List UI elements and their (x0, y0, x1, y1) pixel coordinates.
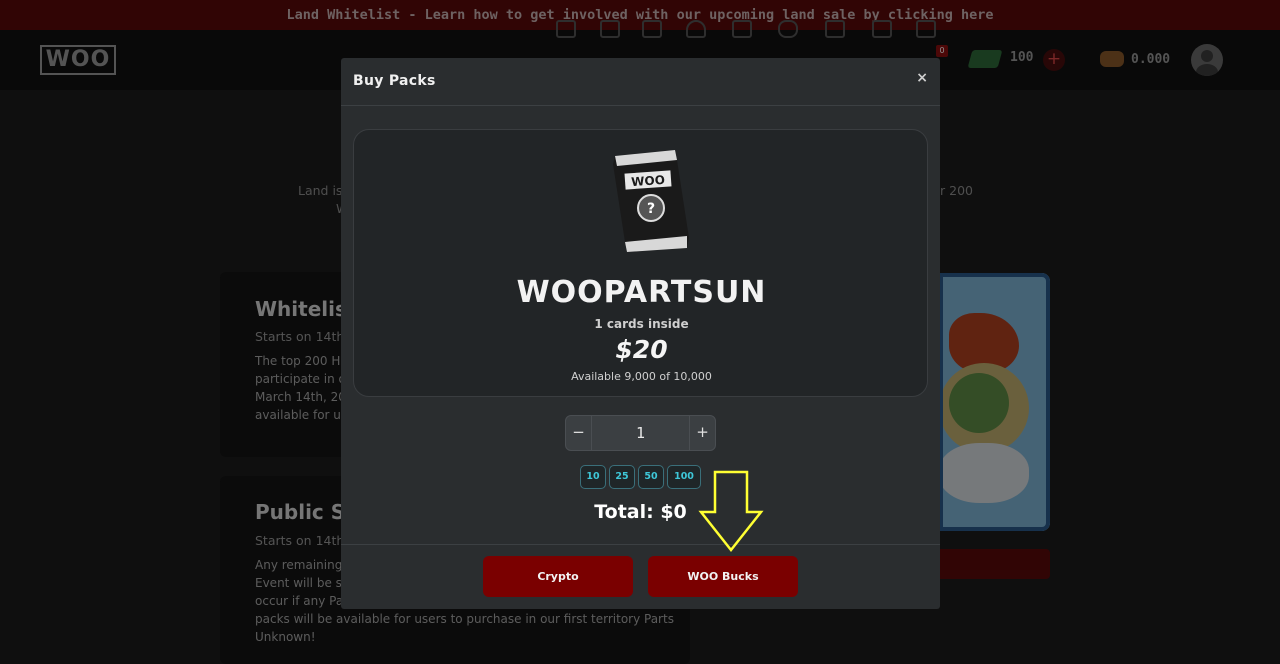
pay-with-crypto-button[interactable]: Crypto (483, 556, 633, 597)
pack-logo-text: WOO (631, 173, 666, 189)
quick-qty-50-button[interactable]: 50 (638, 465, 664, 489)
modal-title: Buy Packs (353, 73, 436, 89)
increase-quantity-button[interactable]: + (689, 416, 715, 450)
cards-inside-count: 1 cards inside (594, 317, 689, 331)
pack-name: WOOPARTSUN (516, 275, 767, 310)
quantity-stepper: − 1 + (565, 415, 716, 451)
quick-qty-25-button[interactable]: 25 (609, 465, 635, 489)
pack-price: $20 (615, 335, 668, 364)
buy-packs-modal: Buy Packs × WOO ? WOOPARTSUN 1 cards ins… (341, 58, 940, 609)
annotation-arrow-icon (698, 470, 764, 553)
divider (341, 544, 940, 545)
order-total: Total: $0 (594, 501, 687, 523)
pack-image: WOO ? (613, 150, 689, 252)
close-icon[interactable]: × (916, 70, 928, 86)
quick-qty-10-button[interactable]: 10 (580, 465, 606, 489)
quantity-input[interactable]: 1 (592, 416, 689, 450)
quick-qty-100-button[interactable]: 100 (667, 465, 701, 489)
svg-text:?: ? (647, 201, 655, 217)
pay-with-woo-bucks-button[interactable]: WOO Bucks (648, 556, 798, 597)
divider (341, 105, 940, 106)
decrease-quantity-button[interactable]: − (566, 416, 592, 450)
pack-card: WOO ? WOOPARTSUN 1 cards inside $20 Avai… (353, 129, 928, 397)
pack-availability: Available 9,000 of 10,000 (571, 370, 712, 383)
